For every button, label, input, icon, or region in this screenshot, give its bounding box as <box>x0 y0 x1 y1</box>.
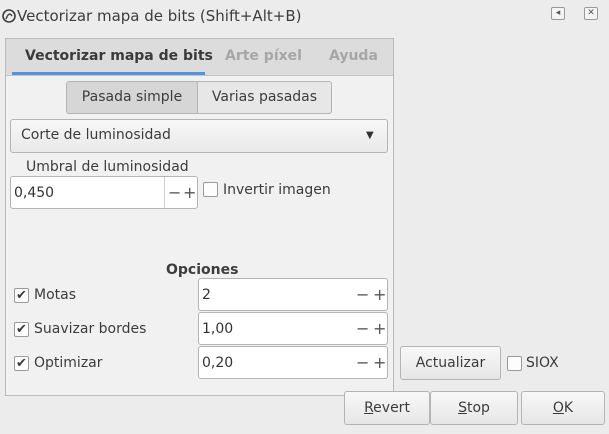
optimize-checkbox[interactable]: ✔ <box>14 356 29 371</box>
speckles-decrement-button[interactable]: − <box>356 287 369 303</box>
speckles-checkbox[interactable]: ✔ <box>14 288 29 303</box>
optimize-decrement-button[interactable]: − <box>356 355 369 371</box>
multiple-scans-button[interactable]: Varias pasadas <box>197 81 332 114</box>
revert-mnemonic: R <box>364 400 374 416</box>
stop-mnemonic: S <box>458 400 467 416</box>
optimize-label[interactable]: Optimizar <box>34 355 103 371</box>
stop-button[interactable]: Stop <box>430 391 518 425</box>
threshold-decrement-button[interactable]: − <box>168 185 181 201</box>
ok-button[interactable]: OK <box>521 391 605 425</box>
smooth-corners-increment-button[interactable]: + <box>373 321 386 337</box>
restore-window-button[interactable]: ◂ <box>551 7 565 20</box>
revert-button[interactable]: Revert <box>344 391 430 425</box>
siox-label[interactable]: SIOX <box>526 355 559 371</box>
close-icon: ✕ <box>587 8 595 18</box>
tab-trace-bitmap[interactable]: Vectorizar mapa de bits <box>25 48 213 64</box>
invert-image-checkbox[interactable] <box>203 182 218 197</box>
ok-mnemonic: O <box>552 400 564 416</box>
active-tab-indicator <box>12 72 205 75</box>
tab-pixel-art[interactable]: Arte píxel <box>225 48 302 64</box>
siox-checkbox[interactable] <box>507 356 522 371</box>
trace-bitmap-icon <box>2 9 16 23</box>
threshold-increment-button[interactable]: + <box>183 185 196 201</box>
brightness-threshold-label: Umbral de luminosidad <box>26 159 189 175</box>
spin-separator <box>164 177 165 208</box>
smooth-corners-label[interactable]: Suavizar bordes <box>34 321 146 337</box>
stop-label: top <box>466 400 490 416</box>
close-window-button[interactable]: ✕ <box>584 7 598 20</box>
smooth-corners-value[interactable]: 1,00 <box>202 321 233 337</box>
revert-label: evert <box>373 400 410 416</box>
speckles-value[interactable]: 2 <box>202 287 211 303</box>
options-heading: Opciones <box>166 262 239 278</box>
tab-help[interactable]: Ayuda <box>329 48 378 64</box>
smooth-corners-decrement-button[interactable]: − <box>356 321 369 337</box>
single-scan-button[interactable]: Pasada simple <box>66 81 198 114</box>
invert-image-label[interactable]: Invertir imagen <box>223 182 331 198</box>
smooth-corners-checkbox[interactable]: ✔ <box>14 322 29 337</box>
window-title: Vectorizar mapa de bits (Shift+Alt+B) <box>17 7 302 25</box>
brightness-threshold-value[interactable]: 0,450 <box>14 185 54 201</box>
dropdown-arrow-icon: ▼ <box>366 130 374 141</box>
optimize-increment-button[interactable]: + <box>373 355 386 371</box>
optimize-value[interactable]: 0,20 <box>202 355 233 371</box>
restore-icon: ◂ <box>555 8 561 18</box>
ok-label: K <box>563 400 574 416</box>
update-preview-button[interactable]: Actualizar <box>400 346 501 380</box>
speckles-increment-button[interactable]: + <box>373 287 386 303</box>
detection-mode-value: Corte de luminosidad <box>21 127 171 143</box>
speckles-label[interactable]: Motas <box>34 287 76 303</box>
